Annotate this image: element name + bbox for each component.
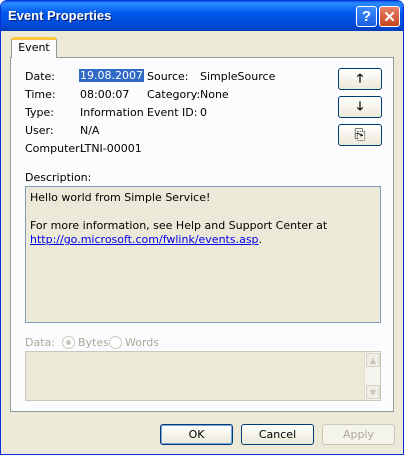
close-button[interactable]: ✕ xyxy=(379,6,400,27)
source-value[interactable]: SimpleSource xyxy=(200,70,275,83)
category-value[interactable]: None xyxy=(200,88,229,101)
data-scrollbar[interactable]: ▲ ▼ xyxy=(364,352,380,400)
close-icon: ✕ xyxy=(383,8,396,26)
description-line-1: Hello world from Simple Service! xyxy=(30,191,211,204)
bytes-option-label: Bytes xyxy=(78,336,109,349)
previous-event-button[interactable]: 🡑 xyxy=(338,68,382,90)
user-label: User: xyxy=(25,124,54,137)
category-label: Category: xyxy=(147,88,201,101)
window-title: Event Properties xyxy=(8,8,112,23)
help-button[interactable]: ? xyxy=(356,6,377,27)
event-id-label: Event ID: xyxy=(147,106,198,119)
user-value[interactable]: N/A xyxy=(80,124,99,137)
data-box[interactable]: ▲ ▼ xyxy=(25,351,381,401)
help-icon: ? xyxy=(361,8,372,25)
event-id-value[interactable]: 0 xyxy=(200,106,207,119)
link-suffix: . xyxy=(258,233,263,246)
next-event-button[interactable]: 🡓 xyxy=(338,96,382,118)
help-link[interactable]: http://go.microsoft.com/fwlink/events.as… xyxy=(30,233,259,246)
description-label: Description: xyxy=(25,171,92,184)
arrow-up-icon: 🡑 xyxy=(356,70,364,85)
copy-button[interactable]: ⎘ xyxy=(338,124,382,146)
description-line-2: For more information, see Help and Suppo… xyxy=(30,219,328,232)
event-properties-window: Event Properties ? ✕ Event Date: 19.08.2… xyxy=(0,0,404,455)
data-label: Data: xyxy=(25,336,55,349)
words-radio[interactable] xyxy=(109,336,122,349)
title-bar[interactable]: Event Properties ? ✕ xyxy=(1,1,403,31)
date-label: Date: xyxy=(25,70,55,83)
apply-button[interactable]: Apply xyxy=(322,424,395,445)
type-value[interactable]: Information xyxy=(80,106,144,119)
type-label: Type: xyxy=(25,106,54,119)
ok-button[interactable]: OK xyxy=(160,424,233,445)
words-option-label: Words xyxy=(125,336,160,349)
arrow-down-icon: 🡓 xyxy=(356,98,364,113)
source-label: Source: xyxy=(147,70,189,83)
scroll-down-icon[interactable]: ▼ xyxy=(366,385,380,399)
date-value[interactable]: 19.08.2007 xyxy=(79,69,144,82)
scroll-up-icon[interactable]: ▲ xyxy=(366,353,380,367)
bytes-radio[interactable] xyxy=(62,336,75,349)
time-value[interactable]: 08:00:07 xyxy=(80,88,129,101)
tab-event[interactable]: Event xyxy=(11,37,57,58)
cancel-button[interactable]: Cancel xyxy=(241,424,314,445)
copy-icon: ⎘ xyxy=(354,127,366,143)
computer-value[interactable]: LTNI-00001 xyxy=(80,142,142,155)
computer-label: Computer: xyxy=(25,142,84,155)
description-box[interactable]: Hello world from Simple Service! For mor… xyxy=(25,186,381,323)
time-label: Time: xyxy=(25,88,56,101)
